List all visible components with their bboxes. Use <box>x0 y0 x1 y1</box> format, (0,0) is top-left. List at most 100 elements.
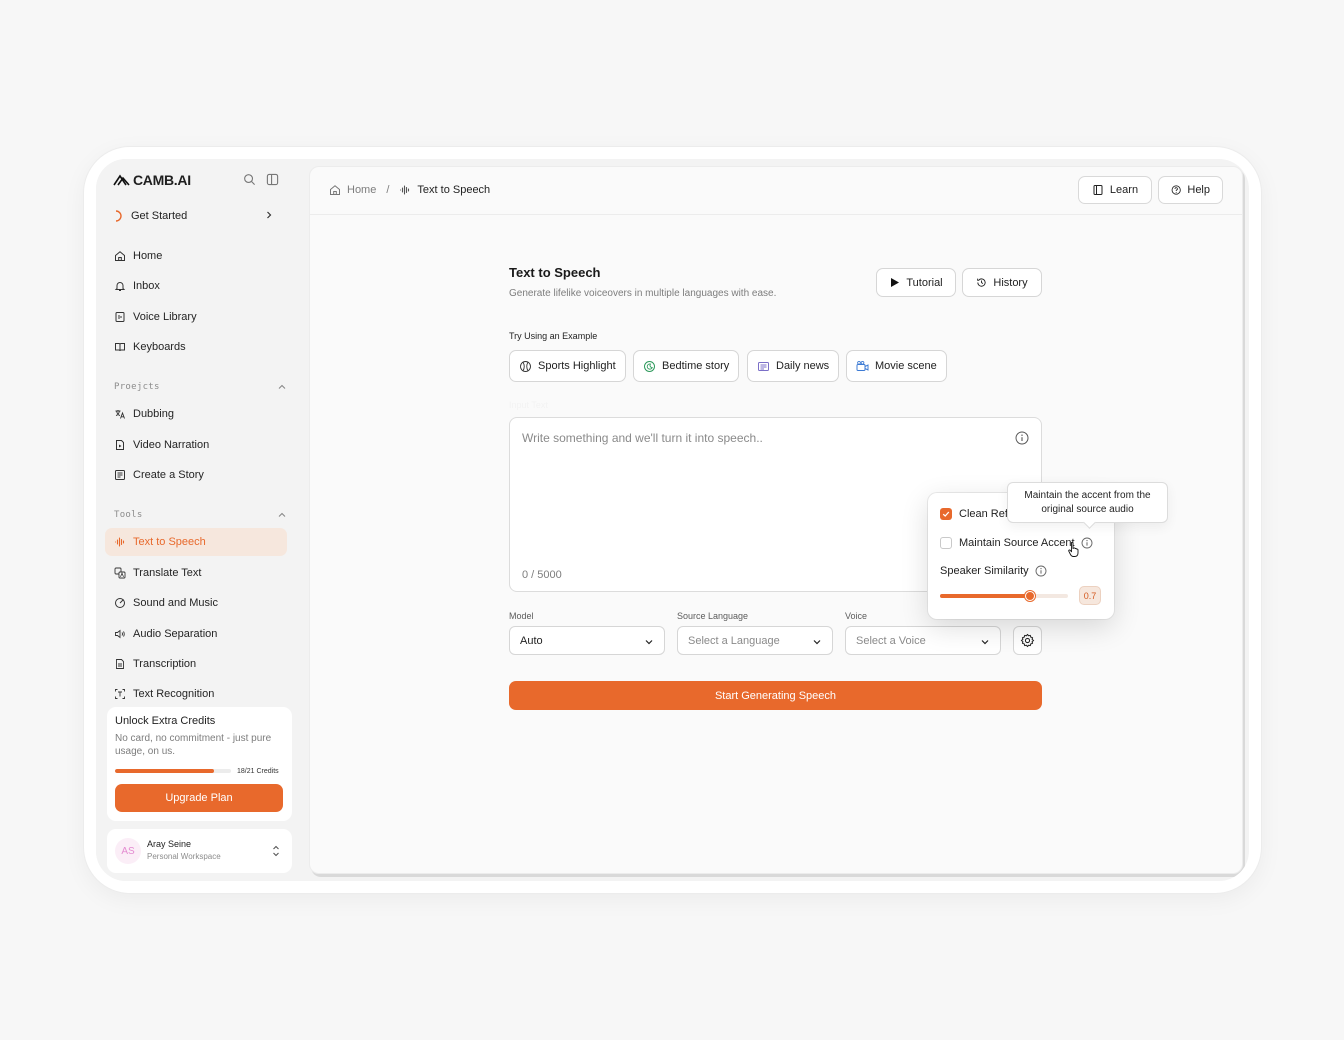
moon-icon <box>644 360 655 372</box>
get-started-label: Get Started <box>131 210 188 222</box>
example-bedtime-story[interactable]: Bedtime story <box>633 350 740 382</box>
learn-label: Learn <box>1109 184 1139 196</box>
credits-progress-fill <box>115 769 215 773</box>
avatar: AS <box>115 838 141 864</box>
voice-value: Select a Voice <box>856 634 926 647</box>
workspace-name: Personal Workspace <box>147 852 221 861</box>
model-label: Model <box>509 611 534 621</box>
dubbing-icon <box>115 410 125 419</box>
sidebar-item-voice-library[interactable]: Voice Library <box>114 306 286 328</box>
collapse-sidebar-icon[interactable] <box>266 173 279 186</box>
sidebar-item-translate-text[interactable]: Translate Text <box>114 562 286 584</box>
sidebar-item-text-to-speech[interactable]: Text to Speech <box>105 528 287 556</box>
voice-settings-button[interactable] <box>1013 626 1042 655</box>
speaker-similarity-slider[interactable] <box>940 591 1068 601</box>
clean-ref-label: Clean Ref <box>959 508 1008 520</box>
chevron-up-icon[interactable] <box>277 382 287 392</box>
sidebar-item-label: Voice Library <box>133 311 197 323</box>
story-icon <box>115 470 125 480</box>
translate-icon <box>114 567 126 579</box>
chevron-up-icon[interactable] <box>277 510 287 520</box>
home-icon <box>115 251 125 261</box>
sidebar-item-label: Home <box>133 250 163 262</box>
sidebar-item-label: Transcription <box>133 658 197 670</box>
app-window: CAMB.AI Get Started Home Inbox Voice Lib… <box>96 159 1249 881</box>
book-icon <box>1093 185 1103 195</box>
brand-logo[interactable]: CAMB.AI <box>113 172 191 188</box>
waveform-icon <box>114 537 125 547</box>
slider-thumb[interactable] <box>1024 591 1035 601</box>
sidebar-item-dubbing[interactable]: Dubbing <box>114 403 286 425</box>
credits-title: Unlock Extra Credits <box>115 715 216 727</box>
sidebar-item-sound-music[interactable]: Sound and Music <box>114 592 286 614</box>
upgrade-plan-button[interactable]: Upgrade Plan <box>115 784 283 812</box>
character-count: 0 / 5000 <box>522 569 562 581</box>
source-language-label: Source Language <box>677 611 749 621</box>
get-started-item[interactable]: Get Started <box>114 206 282 226</box>
sidebar-item-label: Dubbing <box>133 408 174 420</box>
sidebar-tools <box>243 173 279 186</box>
maintain-accent-checkbox[interactable] <box>940 537 952 549</box>
breadcrumb-separator: / <box>386 184 390 196</box>
tools-section-label: Tools <box>114 510 143 520</box>
sidebar-item-label: Inbox <box>133 280 160 292</box>
sidebar: CAMB.AI Get Started Home Inbox Voice Lib… <box>96 159 302 881</box>
breadcrumb-current: Text to Speech <box>417 184 491 196</box>
examples-label: Try Using an Example <box>509 331 598 341</box>
breadcrumb-home[interactable]: Home <box>347 184 376 196</box>
input-text-label: Input Text <box>509 400 548 410</box>
chip-label: Daily news <box>776 360 830 372</box>
example-movie-scene[interactable]: Movie scene <box>846 350 947 382</box>
clean-ref-checkbox[interactable] <box>940 508 952 520</box>
speaker-similarity-label: Speaker Similarity <box>940 565 1029 577</box>
info-icon[interactable] <box>1035 565 1047 577</box>
projects-section-label: Proejcts <box>114 382 160 392</box>
learn-button[interactable]: Learn <box>1078 176 1152 204</box>
sidebar-item-label: Translate Text <box>133 567 202 579</box>
credits-card: Unlock Extra Credits No card, no commitm… <box>107 707 292 821</box>
chip-label: Sports Highlight <box>538 360 616 372</box>
chevron-down-icon <box>981 640 989 645</box>
history-button[interactable]: History <box>962 268 1042 297</box>
music-icon <box>115 598 125 608</box>
sidebar-item-video-narration[interactable]: Video Narration <box>114 434 286 456</box>
history-label: History <box>993 276 1028 289</box>
model-value: Auto <box>520 634 543 647</box>
credits-progress: 18/21 Credits <box>115 766 285 776</box>
sidebar-item-create-story[interactable]: Create a Story <box>114 464 286 486</box>
start-generating-button[interactable]: Start Generating Speech <box>509 681 1042 710</box>
help-button[interactable]: Help <box>1158 176 1223 204</box>
source-language-select[interactable]: Select a Language <box>677 626 833 655</box>
sidebar-item-home[interactable]: Home <box>114 245 286 267</box>
example-sports-highlight[interactable]: Sports Highlight <box>509 350 626 382</box>
sidebar-item-transcription[interactable]: Transcription <box>114 653 286 675</box>
model-select[interactable]: Auto <box>509 626 665 655</box>
document-icon <box>116 659 124 669</box>
sidebar-item-inbox[interactable]: Inbox <box>114 275 286 297</box>
newspaper-icon <box>758 361 769 371</box>
waveform-icon <box>400 185 410 195</box>
credits-progress-bar <box>115 769 231 773</box>
speaker-icon <box>115 629 125 639</box>
speaker-similarity-value[interactable]: 0.7 <box>1079 586 1101 605</box>
search-icon[interactable] <box>243 173 256 186</box>
sidebar-item-label: Audio Separation <box>133 628 218 640</box>
sidebar-item-text-recognition[interactable]: Text Recognition <box>114 683 286 705</box>
info-icon[interactable] <box>1081 537 1093 549</box>
video-narration-icon <box>116 440 124 450</box>
sidebar-item-audio-separation[interactable]: Audio Separation <box>114 623 286 645</box>
check-icon <box>942 511 950 517</box>
clean-ref-option[interactable]: Clean Ref <box>940 508 1008 520</box>
chevron-up-down-icon <box>273 845 279 857</box>
example-daily-news[interactable]: Daily news <box>747 350 840 382</box>
sidebar-item-keyboards[interactable]: Keyboards <box>114 336 286 358</box>
sidebar-item-label: Create a Story <box>133 469 204 481</box>
breadcrumb: Home / Text to Speech <box>329 184 490 196</box>
voice-select[interactable]: Select a Voice <box>845 626 1001 655</box>
voice-label: Voice <box>845 611 868 621</box>
workspace-switcher[interactable]: AS Aray Seine Personal Workspace <box>107 829 292 873</box>
page-subtitle: Generate lifelike voiceovers in multiple… <box>509 288 777 299</box>
help-icon <box>1171 185 1181 195</box>
info-icon[interactable] <box>1015 431 1029 445</box>
tutorial-button[interactable]: Tutorial <box>876 268 956 297</box>
